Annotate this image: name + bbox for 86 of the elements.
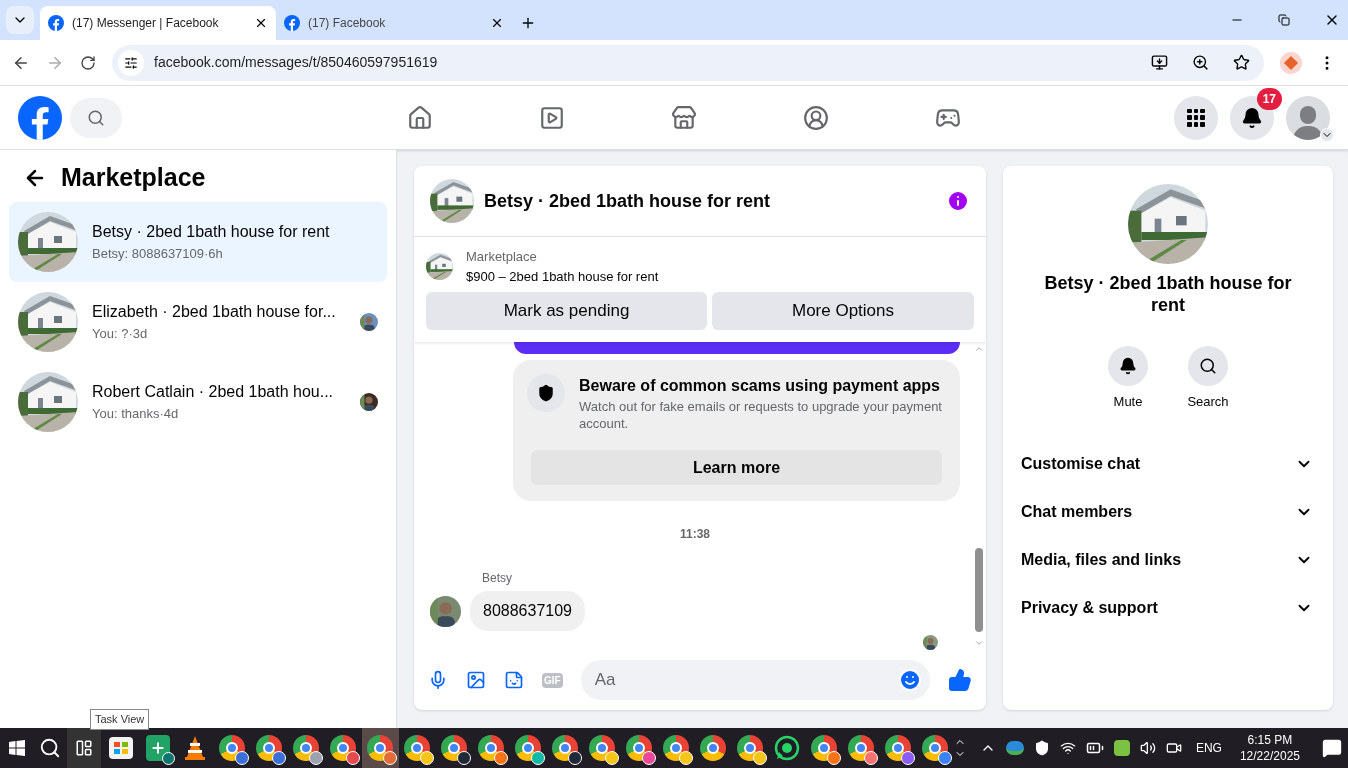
people-circle-icon[interactable] (803, 104, 829, 131)
scrollbar-thumb[interactable] (975, 548, 983, 632)
logo-icon[interactable] (284, 15, 300, 31)
sender-name: Betsy (482, 570, 513, 587)
tab-title: (17) Messenger | Facebook (72, 15, 220, 32)
details-section[interactable]: Chat members (1019, 487, 1317, 536)
address-bar[interactable]: facebook.com/messages/t/850460597951619 (112, 44, 1264, 81)
url-text: facebook.com/messages/t/850460597951619 (154, 53, 439, 72)
clock[interactable]: 6:15 PM 12/22/2025 (1235, 732, 1304, 764)
mute-button[interactable]: Mute (1098, 346, 1158, 412)
details-section[interactable]: Customise chat (1019, 439, 1317, 488)
chrome-icon[interactable] (700, 735, 727, 761)
thumbs-up-icon[interactable] (948, 668, 972, 692)
chat-bubble-icon[interactable] (774, 735, 801, 761)
security-icon[interactable] (1033, 740, 1050, 756)
close-icon[interactable] (490, 16, 504, 30)
listing-title: $900 – 2bed 1bath house for rent (466, 267, 659, 286)
chat-list-item[interactable]: Robert Catlain · 2bed 1bath hou... You: thanks·4d (9, 362, 387, 442)
logo-icon[interactable] (48, 15, 64, 31)
search-button[interactable] (70, 97, 122, 138)
photo-icon[interactable] (466, 670, 486, 690)
chat-preview: Betsy: 8088637109·6h (92, 245, 224, 264)
browser-tab[interactable]: (17) Facebook (276, 6, 512, 40)
reload-icon[interactable] (80, 54, 96, 71)
bookmark-icon[interactable] (1233, 54, 1250, 71)
message-bubble: 8088637109 (470, 591, 585, 631)
camera-icon[interactable] (1165, 740, 1182, 756)
task-view-icon[interactable] (75, 739, 94, 757)
tab-list-button[interactable] (6, 6, 34, 34)
notice-text: Watch out for fake emails or requests to upgrade your payment account. (579, 398, 943, 432)
listing-action-button[interactable]: Mark as pending (426, 292, 707, 330)
globe-icon[interactable] (1005, 741, 1024, 755)
message-input[interactable]: Aa (580, 660, 930, 700)
bell-icon (1241, 106, 1263, 129)
close-icon[interactable] (254, 16, 268, 30)
chat-name: Betsy · 2bed 1bath house for rent (92, 222, 331, 243)
caret-icon[interactable] (1320, 127, 1334, 142)
conversation-title: Betsy · 2bed 1bath house for rent (484, 189, 772, 213)
chat-list-item[interactable]: Elizabeth · 2bed 1bath house for... You: ?·3d (9, 282, 387, 362)
notifications-icon[interactable] (1322, 738, 1342, 758)
search-icon (87, 108, 105, 127)
details-section[interactable]: Media, files and links (1019, 535, 1317, 584)
chat-preview: You: ?·3d (92, 325, 149, 344)
install-icon[interactable] (1151, 54, 1168, 71)
search-button[interactable]: Search (1178, 346, 1238, 412)
restore-icon[interactable] (1278, 14, 1290, 26)
tab-title: (17) Facebook (308, 15, 387, 32)
timestamp: 11:38 (680, 526, 710, 543)
sticker-icon[interactable] (504, 670, 524, 690)
language-indicator[interactable]: ENG (1191, 739, 1226, 757)
chat-list-item[interactable]: Betsy · 2bed 1bath house for rent Betsy: 8088637109·6h (9, 202, 387, 282)
search-icon (1199, 357, 1217, 375)
home-icon[interactable] (407, 104, 433, 131)
app-tray-icon[interactable] (1113, 740, 1130, 756)
video-icon[interactable] (539, 104, 565, 131)
microphone-icon[interactable] (428, 670, 448, 690)
notifications-button[interactable] (1230, 95, 1274, 140)
site-settings-icon[interactable] (124, 55, 138, 70)
notice-title: Beware of common scams using payment apps (579, 376, 941, 396)
store-icon[interactable] (109, 737, 134, 759)
tooltip: Task View (90, 709, 150, 730)
listing-action-button[interactable]: More Options (712, 292, 974, 330)
chat-name: Robert Catlain · 2bed 1bath hou... (92, 382, 335, 403)
volume-icon[interactable] (1139, 740, 1156, 756)
zoom-icon[interactable] (1192, 54, 1209, 71)
browser-tab[interactable]: (17) Messenger | Facebook (40, 6, 276, 40)
listing-label: Marketplace (466, 248, 538, 266)
network-icon[interactable] (1059, 740, 1076, 756)
traffic-cone-icon[interactable] (183, 735, 208, 761)
apps-menu-button[interactable] (1174, 95, 1218, 140)
learn-more-button[interactable]: Learn more (531, 450, 942, 485)
chat-name: Elizabeth · 2bed 1bath house for... (92, 302, 337, 323)
windows-icon[interactable] (8, 740, 25, 756)
new-tab-icon[interactable] (520, 15, 536, 31)
contact-title: Betsy · 2bed 1bath house for rent (1043, 272, 1293, 316)
logo-icon[interactable] (18, 95, 62, 140)
bell-icon (1119, 357, 1137, 375)
details-section[interactable]: Privacy & support (1019, 583, 1317, 632)
info-icon[interactable] (946, 189, 970, 213)
extension-icon[interactable] (1280, 51, 1302, 74)
profile-avatar[interactable] (1286, 95, 1330, 140)
shield-icon (537, 384, 555, 402)
chat-preview: You: thanks·4d (92, 405, 180, 424)
notification-count: 17 (1256, 87, 1282, 110)
search-icon[interactable] (39, 737, 62, 759)
sidebar-title: Marketplace (61, 162, 206, 194)
